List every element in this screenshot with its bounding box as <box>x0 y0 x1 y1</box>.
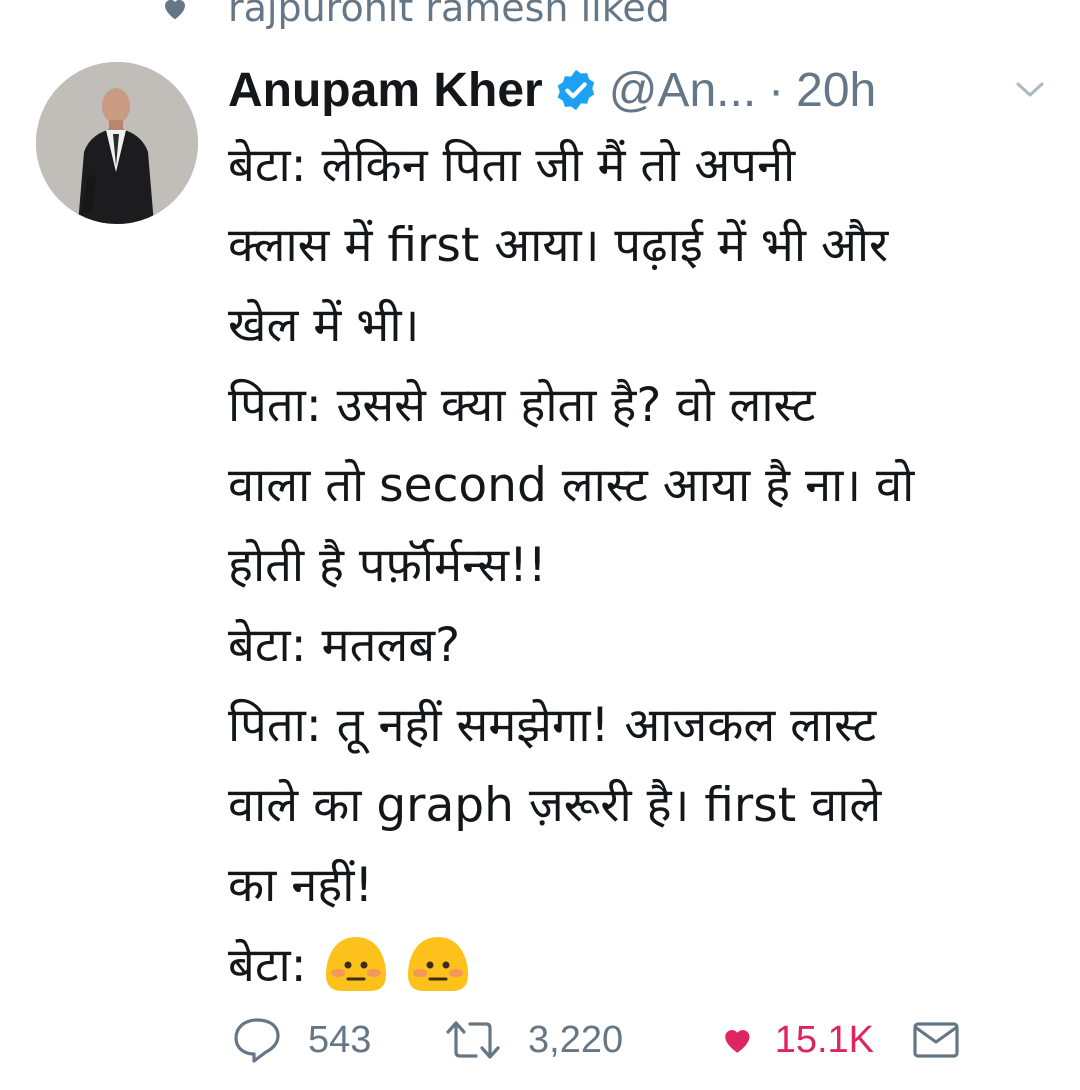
reply-button[interactable]: 543 <box>232 1016 432 1064</box>
like-button[interactable]: 15.1K <box>722 1017 874 1063</box>
reply-icon <box>234 1018 280 1063</box>
separator-dot: · <box>768 63 785 117</box>
tweet-line: वाला तो second लास्ट आया है ना। वो <box>228 458 915 513</box>
tweet-line: पिता: उससे क्या होता है? वो लास्ट <box>228 378 816 433</box>
author-name[interactable]: Anupam Kher <box>228 63 543 118</box>
tweet-line: बेटा: <box>228 938 307 993</box>
reply-count: 543 <box>308 1018 372 1061</box>
chevron-down-icon <box>1016 82 1044 97</box>
tweet-timestamp[interactable]: 20h <box>796 63 876 118</box>
tweet-actions: 543 3,220 15.1K <box>232 1012 960 1068</box>
tweet-line: बेटा: लेकिन पिता जी मैं तो अपनी <box>228 138 796 193</box>
envelope-icon <box>913 1022 959 1058</box>
heart-icon <box>165 0 185 20</box>
tweet-text: बेटा: लेकिन पिता जी मैं तो अपनी क्लास मे… <box>228 126 1058 1006</box>
flushed-face-emoji-icon <box>325 936 386 991</box>
like-count: 15.1K <box>774 1018 874 1061</box>
more-options-button[interactable] <box>1010 70 1050 110</box>
social-context[interactable]: rajpurohit ramesh liked <box>160 0 670 30</box>
retweet-count: 3,220 <box>528 1018 624 1061</box>
avatar-image <box>36 62 198 224</box>
tweet-line: बेटा: मतलब? <box>228 618 461 673</box>
tweet-line: वाले का graph ज़रूरी है। first वाले <box>228 778 882 833</box>
heart-liked-icon <box>725 1030 750 1053</box>
retweet-icon <box>446 1021 500 1059</box>
flushed-face-emoji-icon <box>408 936 469 991</box>
tweet-line: होती है पर्फ़ॉर्मन्स!! <box>228 538 547 593</box>
direct-message-button[interactable] <box>912 1020 960 1060</box>
tweet-last-line: बेटा: <box>228 926 1058 1006</box>
author-handle[interactable]: @An... <box>609 63 756 118</box>
tweet-line: क्लास में first आया। पढ़ाई में भी और <box>228 218 889 273</box>
social-context-text: rajpurohit ramesh liked <box>228 0 670 30</box>
tweet-line: पिता: तू नहीं समझेगा! आजकल लास्ट <box>228 698 877 753</box>
tweet-line: खेल में भी। <box>228 298 420 353</box>
tweet-header: Anupam Kher @An... · 20h <box>228 58 1050 122</box>
verified-badge-icon <box>557 69 594 111</box>
tweet-line: का नहीं! <box>228 858 374 913</box>
retweet-button[interactable]: 3,220 <box>444 1018 722 1062</box>
avatar[interactable] <box>36 62 198 224</box>
